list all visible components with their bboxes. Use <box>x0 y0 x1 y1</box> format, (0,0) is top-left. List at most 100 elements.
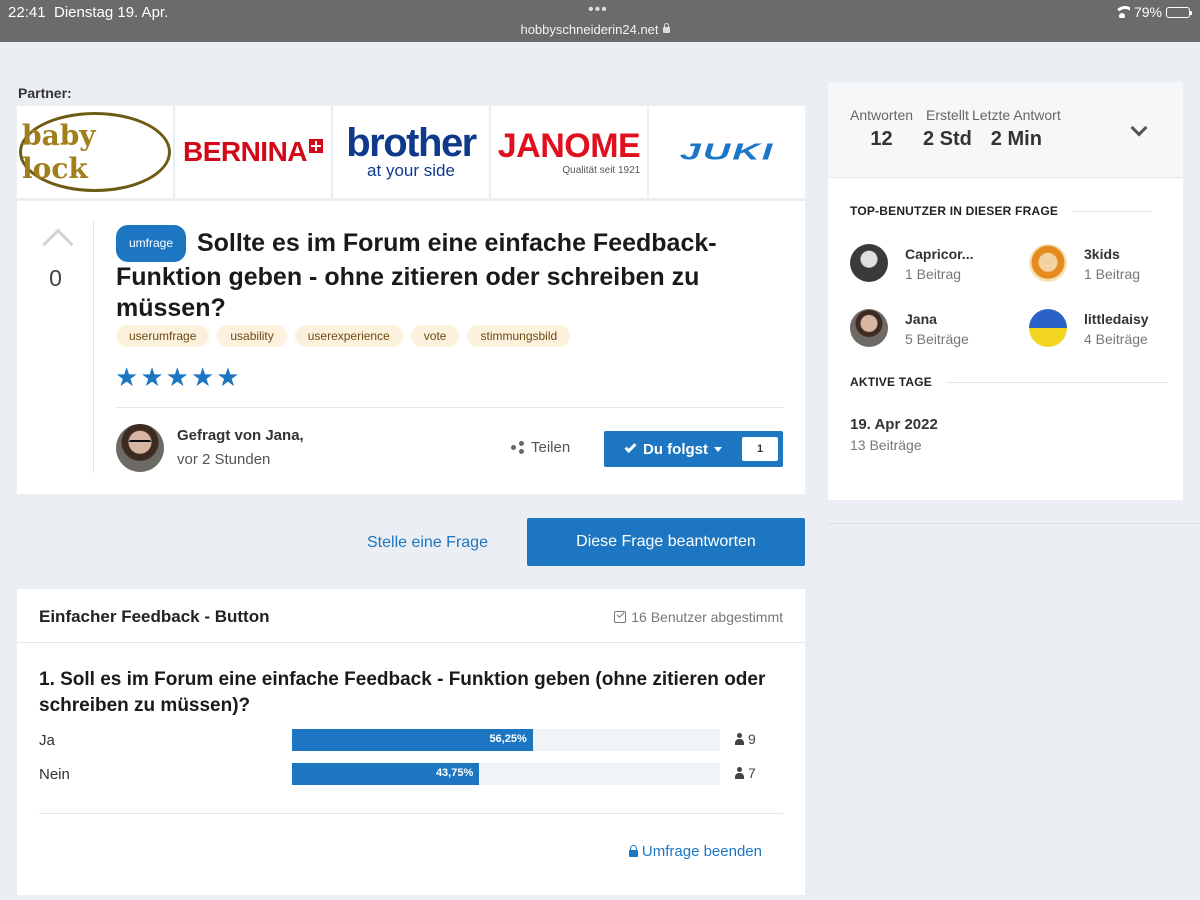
follow-label-wrap: Du folgst <box>624 440 722 458</box>
poll-option-row: Nein 43,75% 7 <box>39 763 779 785</box>
top-user-count: 4 Beiträge <box>1084 331 1148 347</box>
question-card: 0 umfrage Sollte es im Forum eine einfac… <box>17 201 805 494</box>
star-icon[interactable]: ★ <box>115 364 138 390</box>
tag-vote[interactable]: vote <box>410 325 460 347</box>
brother-logo-text: brother <box>346 121 477 165</box>
status-bar: 22:41 Dienstag 19. Apr. ••• hobbyschneid… <box>0 0 1200 42</box>
stat-created: Erstellt 2 Std <box>923 107 972 151</box>
poll-option-votes: 9 <box>735 731 756 747</box>
babylock-logo-text: baby lock <box>19 112 171 192</box>
top-user-name[interactable]: 3kids <box>1084 246 1120 262</box>
poll-result-fill: 43,75% <box>292 763 480 785</box>
divider <box>116 407 783 408</box>
stat-label: Erstellt <box>926 107 969 123</box>
end-poll-link[interactable]: Umfrage beenden <box>628 843 762 860</box>
partner-logo-brother[interactable]: brother at your side <box>333 106 489 198</box>
poll-option-vote-count: 9 <box>748 731 756 747</box>
follow-button[interactable]: Du folgst 1 <box>604 431 783 467</box>
vote-column: 0 <box>17 221 94 473</box>
poll-voted-count: 16 Benutzer abgestimmt <box>614 609 783 625</box>
top-user[interactable]: Jana 5 Beiträge <box>850 309 1020 349</box>
poll-question: 1. Soll es im Forum eine einfache Feedba… <box>39 669 766 716</box>
janome-slogan: Qualität seit 1921 <box>562 164 641 176</box>
active-day-date[interactable]: 19. Apr 2022 <box>850 416 938 433</box>
checkbox-icon <box>614 611 627 623</box>
poll-badge[interactable]: umfrage <box>116 225 187 262</box>
top-user-count: 1 Beitrag <box>905 266 962 282</box>
avatar[interactable] <box>1029 309 1067 347</box>
ask-question-link[interactable]: Stelle eine Frage <box>367 534 488 552</box>
top-users-heading: TOP-BENUTZER IN DIESER FRAGE <box>850 204 1153 218</box>
star-icon[interactable]: ★ <box>166 364 189 390</box>
user-icon <box>735 733 744 745</box>
share-button[interactable]: Teilen <box>511 439 570 456</box>
poll-voted-text: 16 Benutzer abgestimmt <box>631 609 783 625</box>
tag-stimmungsbild[interactable]: stimmungsbild <box>467 325 571 347</box>
asked-by[interactable]: Gefragt von Jana, <box>177 427 304 444</box>
asked-time: vor 2 Stunden <box>177 451 271 468</box>
swiss-cross-icon <box>309 139 324 153</box>
top-user-name[interactable]: littledaisy <box>1084 311 1149 327</box>
star-icon[interactable]: ★ <box>140 364 163 390</box>
poll-option-label: Ja <box>39 732 55 749</box>
divider <box>39 813 783 814</box>
poll-result-bar: 43,75% <box>292 763 720 785</box>
partner-logo-bernina[interactable]: BERNINA <box>175 106 331 198</box>
url-text: hobbyschneiderin24.net <box>520 22 659 37</box>
tag-usability[interactable]: usability <box>217 325 287 347</box>
top-user[interactable]: littledaisy 4 Beiträge <box>1029 309 1199 349</box>
follow-label: Du folgst <box>643 440 708 458</box>
lock-icon <box>628 845 638 857</box>
stat-last-reply: Letzte Antwort 2 Min <box>972 107 1061 151</box>
janome-logo-text: JANOME <box>497 126 641 165</box>
poll-option-label: Nein <box>39 766 70 783</box>
chevron-down-icon[interactable] <box>1130 119 1148 137</box>
status-date: Dienstag 19. Apr. <box>54 4 169 21</box>
author-avatar[interactable] <box>116 424 164 472</box>
star-icon[interactable]: ★ <box>216 364 239 390</box>
question-stats: Antworten 12 Erstellt 2 Std Letzte Antwo… <box>828 82 1183 178</box>
answer-question-button[interactable]: Diese Frage beantworten <box>527 518 805 566</box>
top-user-name[interactable]: Jana <box>905 311 937 327</box>
multitasking-dots-icon[interactable]: ••• <box>588 1 608 19</box>
upvote-chevron-icon[interactable] <box>42 227 72 247</box>
battery-icon <box>1166 6 1192 18</box>
question-title-text: Sollte es im Forum eine einfache Feedbac… <box>116 229 717 322</box>
address-bar[interactable]: hobbyschneiderin24.net <box>0 22 1190 37</box>
follower-count[interactable]: 1 <box>742 437 778 461</box>
avatar[interactable] <box>850 309 888 347</box>
brother-logo: brother at your side <box>346 121 477 180</box>
top-user-count: 1 Beitrag <box>1084 266 1141 282</box>
top-user-name[interactable]: Capricor... <box>905 246 973 262</box>
tag-userumfrage[interactable]: userumfrage <box>116 325 210 347</box>
poll-option-row: Ja 56,25% 9 <box>39 729 779 751</box>
avatar[interactable] <box>850 244 888 282</box>
partner-logo-babylock[interactable]: baby lock <box>17 106 173 198</box>
star-rating[interactable]: ★ ★ ★ ★ ★ <box>115 364 240 390</box>
partner-logos: baby lock BERNINA brother at your side J… <box>17 106 805 198</box>
active-day-count: 13 Beiträge <box>850 437 922 453</box>
stat-value: 2 Std <box>923 128 972 150</box>
stat-value: 12 <box>870 128 893 150</box>
status-time: 22:41 <box>8 4 46 21</box>
poll-title: Einfacher Feedback - Button <box>39 607 270 626</box>
status-indicators: 79% <box>1113 4 1192 20</box>
partner-logo-juki[interactable]: JUKI <box>649 106 805 198</box>
avatar[interactable] <box>1029 244 1067 282</box>
user-icon <box>735 767 744 779</box>
top-user[interactable]: 3kids 1 Beitrag <box>1029 244 1199 284</box>
bernina-logo-text: BERNINA <box>182 136 308 167</box>
stat-label: Antworten <box>850 107 914 123</box>
top-users-title: TOP-BENUTZER IN DIESER FRAGE <box>850 204 1059 218</box>
share-icon <box>511 441 524 454</box>
partner-label: Partner: <box>18 85 72 101</box>
poll-card: Einfacher Feedback - Button 16 Benutzer … <box>17 589 805 895</box>
stat-answers: Antworten 12 <box>850 107 913 151</box>
stat-label: Letzte Antwort <box>972 107 1061 123</box>
tag-userexperience[interactable]: userexperience <box>294 325 403 347</box>
top-user[interactable]: Capricor... 1 Beitrag <box>850 244 1020 284</box>
wifi-icon <box>1113 6 1130 18</box>
tag-list: userumfrage usability userexperience vot… <box>116 325 571 347</box>
partner-logo-janome[interactable]: JANOME Qualität seit 1921 <box>491 106 647 198</box>
star-icon[interactable]: ★ <box>191 364 214 390</box>
